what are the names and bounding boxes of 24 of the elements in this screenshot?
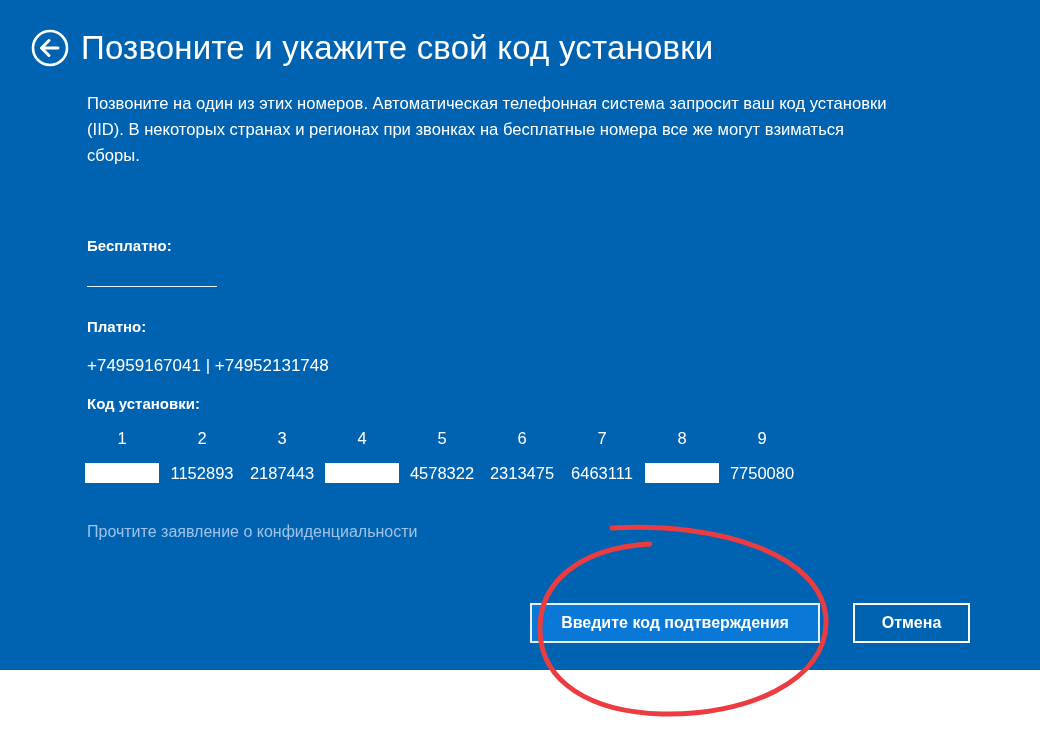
code-group-number: 9 [757,428,767,449]
section-label: Платно: [87,317,147,337]
section-label: Код установки: [87,394,200,414]
code-group-number: 7 [597,428,607,449]
section-label: Бесплатно: [87,236,172,256]
code-group-number: 3 [277,428,287,449]
confirm-code-button[interactable]: Введите код подтверждения [530,603,820,643]
code-group-value: 6463111 [571,463,633,484]
code-group-number: 6 [517,428,527,449]
intro-paragraph: Позвоните на один из этих номеров. Автоматическая телефонная система запросит ваш код установки (IID). В некоторых странах и регионах при звонках на бесплатные номера все же могут взиматься сборы. [87,93,888,167]
code-group-number: 4 [357,428,367,449]
page-title: Позвоните и укажите свой код установки [81,29,714,67]
code-group-value: 4578322 [409,463,475,484]
privacy-link[interactable]: Прочтите заявление о конфиденциальности [87,522,418,542]
code-group-value: 1152893 [170,463,234,484]
code-group-number: 5 [437,428,447,449]
code-group-number: 2 [197,428,207,449]
code-group-number: 1 [117,428,127,449]
code-group-value: 2187443 [249,463,315,484]
phone-numbers: +74959167041 | +74952131748 [87,355,329,377]
code-group-value: 2313475 [489,463,555,484]
code-group-value: 7750080 [729,463,795,484]
code-group-number: 8 [677,428,687,449]
cancel-button[interactable]: Отмена [853,603,970,643]
